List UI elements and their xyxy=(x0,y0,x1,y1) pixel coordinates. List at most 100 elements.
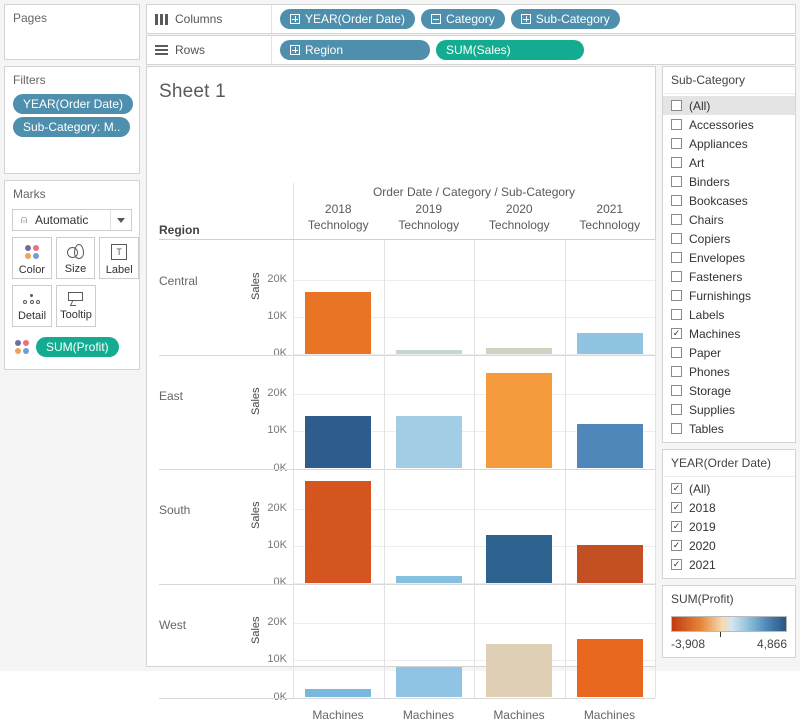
checkbox-icon[interactable] xyxy=(671,119,682,130)
bar-west-2021[interactable] xyxy=(577,639,643,697)
rows-shelf[interactable]: Rows Region SUM(Sales) xyxy=(146,35,796,65)
filter-pill-subcategory[interactable]: Sub-Category: M.. xyxy=(13,117,130,137)
row-label-central[interactable]: Central xyxy=(159,274,198,288)
checkbox-icon[interactable] xyxy=(671,157,682,168)
column-header-2021[interactable]: 2021Technology xyxy=(565,201,656,233)
mark-type-selector[interactable]: ⍝ Automatic xyxy=(12,209,132,231)
columns-pill-category[interactable]: Category xyxy=(421,9,505,29)
bar-south-2019[interactable] xyxy=(396,576,462,583)
subcategory-filter-item-all[interactable]: (All) xyxy=(663,96,795,115)
subcategory-filter-item-storage[interactable]: Storage xyxy=(663,381,795,400)
checkbox-icon[interactable] xyxy=(671,404,682,415)
chevron-down-icon[interactable] xyxy=(110,210,131,230)
bar-south-2021[interactable] xyxy=(577,545,643,583)
subcategory-filter-item-binders[interactable]: Binders xyxy=(663,172,795,191)
checkbox-icon[interactable] xyxy=(671,290,682,301)
subcategory-filter-item-bookcases[interactable]: Bookcases xyxy=(663,191,795,210)
subcategory-filter-list[interactable]: (All)AccessoriesAppliancesArtBindersBook… xyxy=(663,94,795,442)
bar-central-2020[interactable] xyxy=(486,348,552,354)
checkbox-icon[interactable] xyxy=(671,271,682,282)
year-filter-item-2019[interactable]: ✓2019 xyxy=(663,517,795,536)
column-header-2018[interactable]: 2018Technology xyxy=(293,201,384,233)
year-filter-item-2021[interactable]: ✓2021 xyxy=(663,555,795,574)
checkbox-checked-icon[interactable]: ✓ xyxy=(671,559,682,570)
bottom-label-2018[interactable]: Machines xyxy=(293,708,383,722)
subcategory-filter-item-envelopes[interactable]: Envelopes xyxy=(663,248,795,267)
columns-pill-sub-category[interactable]: Sub-Category xyxy=(511,9,620,29)
subcategory-filter-item-accessories[interactable]: Accessories xyxy=(663,115,795,134)
bar-east-2019[interactable] xyxy=(396,416,462,468)
marks-color-button[interactable]: Color xyxy=(12,237,52,279)
y-axis-tick: 20K xyxy=(257,273,287,285)
bar-south-2020[interactable] xyxy=(486,535,552,583)
bar-west-2018[interactable] xyxy=(305,689,371,698)
color-legend-gradient[interactable] xyxy=(671,616,787,632)
subcategory-filter-item-paper[interactable]: Paper xyxy=(663,343,795,362)
bottom-label-2021[interactable]: Machines xyxy=(565,708,655,722)
checkbox-icon[interactable] xyxy=(671,252,682,263)
checkbox-icon[interactable] xyxy=(671,214,682,225)
bar-east-2021[interactable] xyxy=(577,424,643,468)
row-label-south[interactable]: South xyxy=(159,503,190,517)
row-label-west[interactable]: West xyxy=(159,618,186,632)
subcategory-filter-item-labels[interactable]: Labels xyxy=(663,305,795,324)
year-filter-item-all[interactable]: ✓(All) xyxy=(663,479,795,498)
checkbox-icon[interactable] xyxy=(671,423,682,434)
marks-label-button[interactable]: T Label xyxy=(99,237,139,279)
bar-central-2018[interactable] xyxy=(305,292,371,354)
rows-pill-region[interactable]: Region xyxy=(280,40,430,60)
marks-color-pill-sum-profit[interactable]: SUM(Profit) xyxy=(36,337,119,357)
subcategory-filter-item-fasteners[interactable]: Fasteners xyxy=(663,267,795,286)
checkbox-icon[interactable] xyxy=(671,347,682,358)
subcategory-filter-item-furnishings[interactable]: Furnishings xyxy=(663,286,795,305)
subcategory-filter-item-appliances[interactable]: Appliances xyxy=(663,134,795,153)
filter-pill-year[interactable]: YEAR(Order Date) xyxy=(13,94,133,114)
checkbox-checked-icon[interactable]: ✓ xyxy=(671,521,682,532)
checkbox-checked-icon[interactable]: ✓ xyxy=(671,328,682,339)
panel-divider xyxy=(655,584,656,699)
rows-pill-sum-sales[interactable]: SUM(Sales) xyxy=(436,40,584,60)
bar-east-2018[interactable] xyxy=(305,416,371,469)
bar-central-2019[interactable] xyxy=(396,350,462,354)
checkbox-icon[interactable] xyxy=(671,100,682,111)
checkbox-icon[interactable] xyxy=(671,233,682,244)
year-filter-item-2018[interactable]: ✓2018 xyxy=(663,498,795,517)
marks-detail-button[interactable]: Detail xyxy=(12,285,52,327)
checkbox-icon[interactable] xyxy=(671,309,682,320)
column-header-2020[interactable]: 2020Technology xyxy=(474,201,565,233)
checkbox-icon[interactable] xyxy=(671,176,682,187)
subcategory-filter-item-supplies[interactable]: Supplies xyxy=(663,400,795,419)
checkbox-checked-icon[interactable]: ✓ xyxy=(671,540,682,551)
bar-west-2019[interactable] xyxy=(396,667,462,698)
checkbox-icon[interactable] xyxy=(671,195,682,206)
subcategory-filter-item-copiers[interactable]: Copiers xyxy=(663,229,795,248)
checkbox-icon[interactable] xyxy=(671,138,682,149)
panel-divider xyxy=(293,240,294,355)
column-header-2019[interactable]: 2019Technology xyxy=(384,201,475,233)
columns-pill-year-order-date[interactable]: YEAR(Order Date) xyxy=(280,9,415,29)
subcategory-filter-item-phones[interactable]: Phones xyxy=(663,362,795,381)
checkbox-checked-icon[interactable]: ✓ xyxy=(671,483,682,494)
checkbox-checked-icon[interactable]: ✓ xyxy=(671,502,682,513)
columns-shelf[interactable]: Columns YEAR(Order Date) Category Sub-Ca… xyxy=(146,4,796,34)
subcategory-filter-item-tables[interactable]: Tables xyxy=(663,419,795,438)
marks-size-button[interactable]: Size xyxy=(56,237,96,279)
subcategory-filter-item-art[interactable]: Art xyxy=(663,153,795,172)
bar-south-2018[interactable] xyxy=(305,481,371,583)
bottom-label-2019[interactable]: Machines xyxy=(384,708,474,722)
bar-central-2021[interactable] xyxy=(577,333,643,354)
checkbox-icon[interactable] xyxy=(671,366,682,377)
year-filter-list[interactable]: ✓(All)✓2018✓2019✓2020✓2021 xyxy=(663,477,795,578)
checkbox-icon[interactable] xyxy=(671,385,682,396)
row-label-east[interactable]: East xyxy=(159,389,183,403)
viz-canvas[interactable]: Sheet 1 Order Date / Category / Sub-Cate… xyxy=(146,66,656,667)
subcategory-filter-item-machines[interactable]: ✓Machines xyxy=(663,324,795,343)
bar-east-2020[interactable] xyxy=(486,373,552,469)
column-header-year: 2018 xyxy=(293,201,384,217)
subcategory-filter-item-chairs[interactable]: Chairs xyxy=(663,210,795,229)
bottom-label-2020[interactable]: Machines xyxy=(474,708,564,722)
detail-dots-icon xyxy=(23,292,41,306)
marks-tooltip-button[interactable]: Tooltip xyxy=(56,285,96,327)
year-filter-item-2020[interactable]: ✓2020 xyxy=(663,536,795,555)
bar-chart-icon: ⍝ xyxy=(13,214,35,227)
